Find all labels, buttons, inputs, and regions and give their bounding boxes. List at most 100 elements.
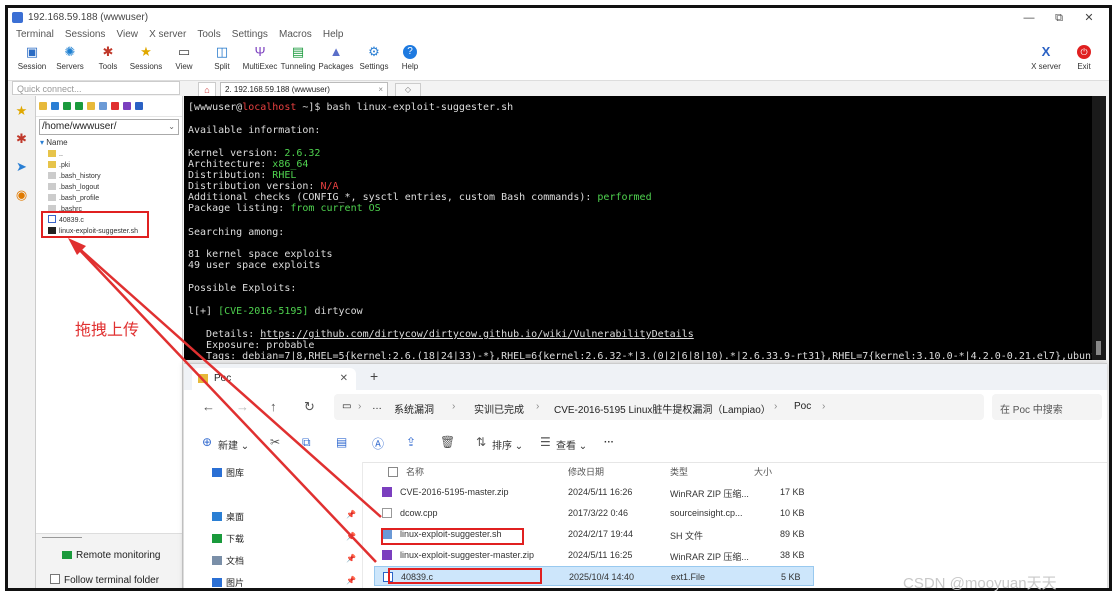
pictures-icon	[212, 578, 222, 587]
search-input[interactable]: 在 Poc 中搜索	[992, 394, 1102, 420]
sftp-file-row[interactable]: .bash_profile	[36, 193, 182, 204]
main-toolbar: ▣ Session ✺ Servers ✱ Tools ★ Sessions ▭ View…	[8, 42, 1109, 81]
macros-side-icon[interactable]: ◉	[12, 185, 32, 205]
session-tab[interactable]: 2. 192.168.59.188 (wwwuser) ×	[220, 82, 388, 96]
remote-monitoring-toggle[interactable]: Remote monitoring	[62, 550, 160, 561]
quick-connect-input[interactable]: Quick connect...	[12, 81, 180, 95]
explorer-tab-poc[interactable]: Poc ✕	[192, 368, 356, 390]
multiexec-button[interactable]: Ψ MultiExec	[240, 44, 280, 78]
delete-icon[interactable]: 🗑	[440, 435, 455, 449]
copy-icon[interactable]: ⧉	[302, 435, 311, 450]
column-header-name[interactable]: ▾ Name	[36, 137, 182, 149]
new-tab-icon: ◇	[404, 85, 412, 94]
new-button[interactable]: 新建 ⌄	[218, 437, 249, 452]
home-icon: ⌂	[204, 85, 210, 95]
column-modified[interactable]: 修改日期	[568, 465, 604, 478]
new-file-icon[interactable]	[99, 102, 107, 110]
menu-xserver[interactable]: X server	[149, 28, 186, 42]
rename-icon[interactable]	[123, 102, 131, 110]
cut-icon[interactable]: ✂	[270, 435, 280, 449]
pin-icon[interactable]: 📌	[346, 510, 356, 519]
new-tab-button[interactable]: +	[370, 368, 378, 384]
file-row[interactable]: linux-exploit-suggester-master.zip 2024/…	[374, 545, 814, 565]
exit-button[interactable]: ⏻ Exit	[1064, 44, 1104, 78]
tab-close-icon[interactable]: ✕	[340, 368, 348, 390]
menu-tools[interactable]: Tools	[197, 28, 220, 42]
terminal-output[interactable]: [wwwuser@localhost ~]$ bash linux-exploi…	[184, 96, 1092, 360]
pin-icon[interactable]: 📌	[346, 576, 356, 585]
file-row[interactable]: CVE-2016-5195-master.zip 2024/5/11 16:26…	[374, 482, 814, 502]
sftp-path-input[interactable]: /home/wwwuser/⌄	[39, 119, 179, 135]
new-tab-button[interactable]: ◇	[395, 83, 421, 97]
minimize-button[interactable]: —	[1014, 10, 1044, 26]
folder-up-icon[interactable]	[39, 102, 47, 110]
follow-terminal-checkbox[interactable]: Follow terminal folder	[50, 574, 159, 586]
sftp-file-row[interactable]: .bash_logout	[36, 182, 182, 193]
servers-button[interactable]: ✺ Servers	[50, 44, 90, 78]
upload-icon[interactable]	[63, 102, 71, 110]
tab-close-icon[interactable]: ×	[378, 83, 383, 97]
sort-button[interactable]: 排序 ⌄	[492, 437, 523, 452]
refresh-icon[interactable]: ↻	[304, 399, 315, 415]
column-type[interactable]: 类型	[670, 465, 688, 478]
forward-arrow-icon[interactable]: →	[236, 399, 249, 414]
tunneling-button[interactable]: ▤ Tunneling	[278, 44, 318, 78]
chevron-down-icon[interactable]: ⌄	[168, 120, 175, 134]
split-icon: ◫	[215, 44, 229, 59]
pin-icon[interactable]: 📌	[346, 532, 356, 541]
file-row[interactable]: dcow.cpp 2017/3/22 0:46 sourceinsight.cp…	[374, 503, 814, 523]
menu-help[interactable]: Help	[323, 28, 344, 42]
up-arrow-icon[interactable]: ↑	[270, 399, 277, 414]
breadcrumb-item[interactable]: 实训已完成	[474, 401, 524, 416]
packages-button[interactable]: ▲ Packages	[316, 44, 356, 78]
details-link[interactable]: https://github.com/dirtycow/dirtycow.git…	[260, 329, 693, 340]
download-icon[interactable]	[51, 102, 59, 110]
maximize-button[interactable]: ⧉	[1044, 10, 1074, 26]
view-button[interactable]: ▭ View	[164, 44, 204, 78]
delete-icon[interactable]	[111, 102, 119, 110]
nav-desktop[interactable]: 桌面	[212, 510, 244, 523]
breadcrumb-more[interactable]: …	[372, 401, 382, 412]
tools-button[interactable]: ✱ Tools	[88, 44, 128, 78]
breadcrumb-item[interactable]: CVE-2016-5195 Linux脏牛提权漏洞（Lampiao）	[554, 401, 771, 416]
column-name[interactable]: 名称	[406, 465, 424, 478]
sftp-file-row[interactable]: ..	[36, 149, 182, 160]
properties-icon[interactable]	[135, 102, 143, 110]
sessions-button[interactable]: ★ Sessions	[126, 44, 166, 78]
address-bar[interactable]: ▭ › … 系统漏洞 › 实训已完成 › CVE-2016-5195 Linux…	[334, 394, 984, 420]
breadcrumb-item[interactable]: 系统漏洞	[394, 401, 434, 416]
xserver-button[interactable]: XX server	[1026, 44, 1066, 78]
nav-pictures[interactable]: 图片	[212, 576, 244, 588]
paste-icon[interactable]: ▤	[336, 435, 347, 449]
split-button[interactable]: ◫ Split	[202, 44, 242, 78]
terminal-scrollbar[interactable]	[1092, 96, 1106, 360]
menu-macros[interactable]: Macros	[279, 28, 312, 42]
nav-documents[interactable]: 文档	[212, 554, 244, 567]
menu-terminal[interactable]: Terminal	[16, 28, 54, 42]
sftp-file-row[interactable]: .pki	[36, 160, 182, 171]
new-folder-icon[interactable]	[87, 102, 95, 110]
select-all-checkbox[interactable]	[388, 467, 398, 477]
pin-icon[interactable]: 📌	[346, 554, 356, 563]
refresh-icon[interactable]	[75, 102, 83, 110]
column-size[interactable]: 大小	[754, 465, 772, 478]
session-button[interactable]: ▣ Session	[12, 44, 52, 78]
menu-sessions[interactable]: Sessions	[65, 28, 106, 42]
nav-downloads[interactable]: 下载	[212, 532, 244, 545]
menu-settings[interactable]: Settings	[232, 28, 268, 42]
share-icon[interactable]: ⇪	[406, 435, 416, 449]
settings-button[interactable]: ⚙ Settings	[354, 44, 394, 78]
rename-icon[interactable]: Ⓐ	[372, 435, 384, 452]
sessions-star-icon[interactable]: ★	[12, 101, 32, 121]
sftp-file-row[interactable]: .bash_history	[36, 171, 182, 182]
close-button[interactable]: ✕	[1074, 10, 1104, 26]
more-button[interactable]: ···	[604, 437, 614, 448]
help-button[interactable]: ? Help	[390, 44, 430, 78]
sftp-side-icon[interactable]: ➤	[12, 157, 32, 177]
view-button[interactable]: 查看 ⌄	[556, 437, 587, 452]
menu-view[interactable]: View	[117, 28, 139, 42]
nav-gallery[interactable]: 图库	[212, 466, 244, 479]
tools-side-icon[interactable]: ✱	[12, 129, 32, 149]
back-arrow-icon[interactable]: ←	[202, 399, 215, 414]
breadcrumb-item[interactable]: Poc	[794, 401, 811, 412]
